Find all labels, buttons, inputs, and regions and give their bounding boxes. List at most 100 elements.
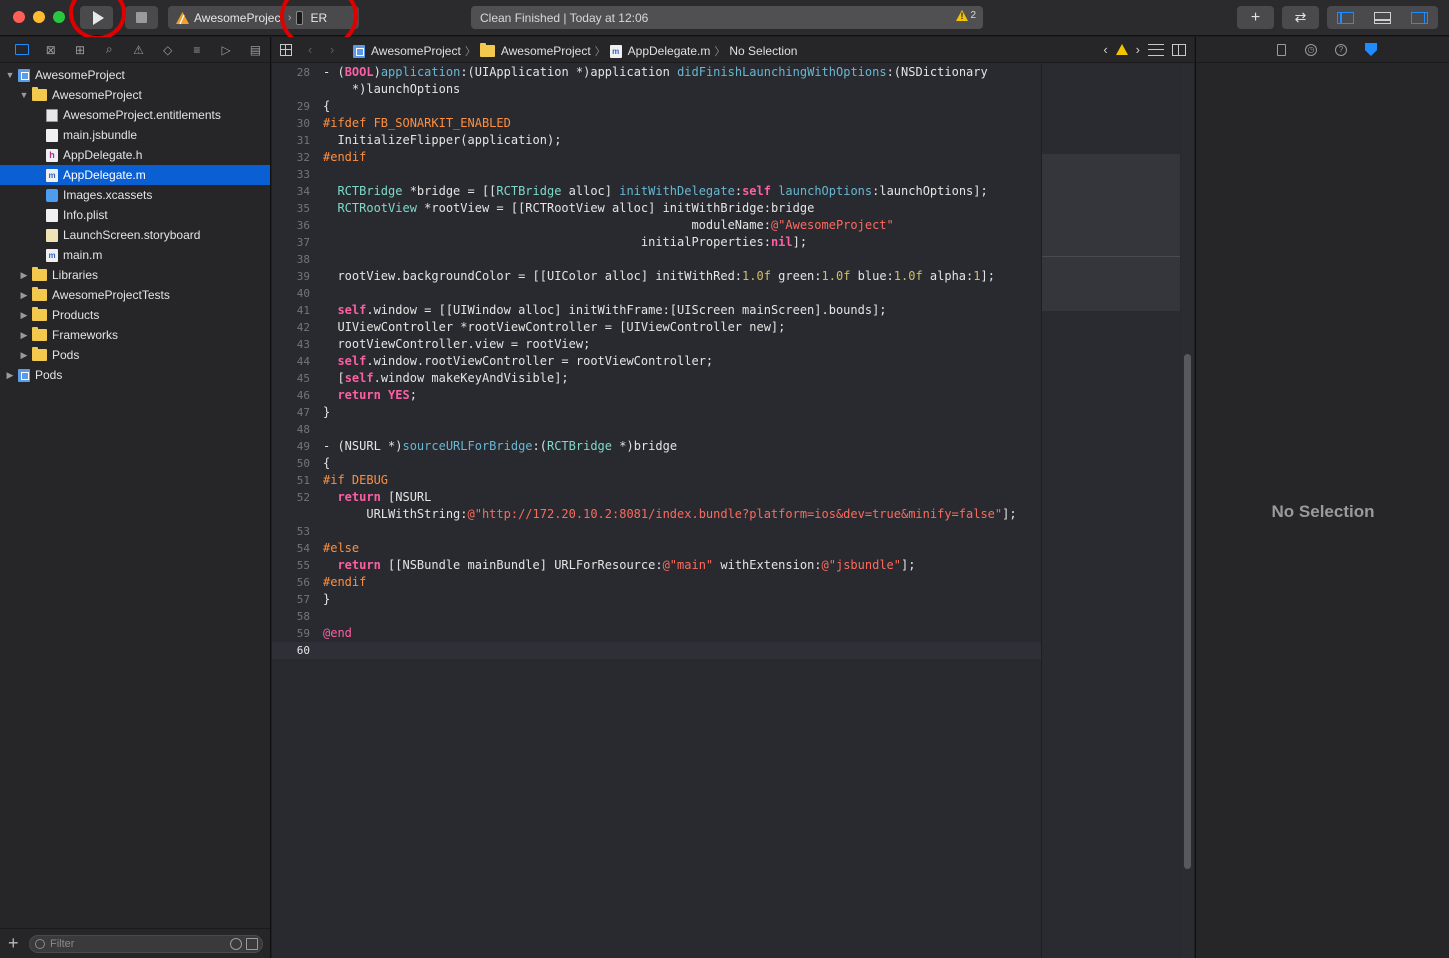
code-line[interactable]: 56 #endif	[272, 574, 1041, 591]
file-tree-item[interactable]: ▶ Pods	[0, 345, 270, 365]
attributes-inspector-tab[interactable]	[1361, 42, 1381, 58]
file-tree-item[interactable]: LaunchScreen.storyboard	[0, 225, 270, 245]
code-line[interactable]: 53	[272, 523, 1041, 540]
navigator-tab-breakpoint[interactable]: ▷	[212, 40, 241, 60]
code-line[interactable]: 33	[272, 166, 1041, 183]
file-tree-item[interactable]: ▶ Pods	[0, 365, 270, 385]
code-line[interactable]: 45 [self.window makeKeyAndVisible];	[272, 370, 1041, 387]
code-line[interactable]: 57}	[272, 591, 1041, 608]
warning-icon[interactable]	[1115, 44, 1128, 55]
vertical-scrollbar[interactable]	[1181, 64, 1194, 958]
code-line[interactable]: 42 UIViewController *rootViewController …	[272, 319, 1041, 336]
add-editor-icon[interactable]	[1172, 43, 1186, 56]
disclosure-closed-icon[interactable]: ▶	[18, 330, 30, 341]
breadcrumb-item[interactable]: m AppDelegate.m	[609, 44, 710, 58]
code-line[interactable]: 52 return [NSURL	[272, 489, 1041, 506]
navigator-tab-debug[interactable]: ≡	[182, 40, 211, 60]
stop-button[interactable]	[125, 6, 158, 29]
code-line[interactable]: 50 {	[272, 455, 1041, 472]
breadcrumb-item[interactable]: AwesomeProject	[479, 43, 591, 58]
file-inspector-tab[interactable]	[1271, 42, 1291, 58]
file-tree-item[interactable]: m AppDelegate.m	[0, 165, 270, 185]
code-line[interactable]: 39 rootView.backgroundColor = [[UIColor …	[272, 268, 1041, 285]
code-line[interactable]: 47}	[272, 404, 1041, 421]
code-line[interactable]: 49 - (NSURL *)sourceURLForBridge:(RCTBrid…	[272, 438, 1041, 455]
file-tree-item[interactable]: ▼ AwesomeProject	[0, 65, 270, 85]
breadcrumb-item[interactable]: AwesomeProject	[353, 44, 461, 58]
code-line[interactable]: 32 #endif	[272, 149, 1041, 166]
warning-badge[interactable]: 2	[956, 10, 976, 21]
code-view[interactable]: 28 - (BOOL)application:(UIApplication *)a…	[272, 64, 1041, 958]
code-line[interactable]: 29 {	[272, 98, 1041, 115]
disclosure-closed-icon[interactable]: ▶	[18, 310, 30, 321]
back-arrow-icon[interactable]: ‹	[308, 42, 312, 57]
navigator-tab-report[interactable]: ▤	[241, 40, 270, 60]
code-line[interactable]: URLWithString:@"http://172.20.10.2:8081/…	[272, 506, 1041, 523]
code-line[interactable]: 46 return YES;	[272, 387, 1041, 404]
disclosure-closed-icon[interactable]: ▶	[4, 370, 16, 381]
minimap[interactable]	[1041, 64, 1180, 958]
code-line[interactable]: 48	[272, 421, 1041, 438]
code-line[interactable]: 43 rootViewController.view = rootView;	[272, 336, 1041, 353]
file-tree-item[interactable]: ▶ AwesomeProjectTests	[0, 285, 270, 305]
help-inspector-tab[interactable]: ?	[1331, 42, 1351, 58]
code-line[interactable]: 41 self.window = [[UIWindow alloc] initW…	[272, 302, 1041, 319]
navigator-tab-folder[interactable]	[7, 40, 36, 60]
code-line[interactable]: 59 @end	[272, 625, 1041, 642]
related-items-icon[interactable]	[280, 44, 292, 56]
disclosure-closed-icon[interactable]: ▶	[18, 290, 30, 301]
code-line[interactable]: 40	[272, 285, 1041, 302]
code-line[interactable]: 54 #else	[272, 540, 1041, 557]
toggle-navigator-button[interactable]	[1327, 6, 1364, 29]
code-line[interactable]: 37 initialProperties:nil];	[272, 234, 1041, 251]
navigator-tab-source-control[interactable]: ⊠	[36, 40, 65, 60]
navigator-tab-test[interactable]: ◇	[153, 40, 182, 60]
file-tree-item[interactable]: AwesomeProject.entitlements	[0, 105, 270, 125]
editor-options-icon[interactable]	[1148, 43, 1164, 56]
code-line[interactable]: 34 RCTBridge *bridge = [[RCTBridge alloc…	[272, 183, 1041, 200]
minimize-window-button[interactable]	[33, 11, 45, 23]
file-tree-item[interactable]: ▶ Products	[0, 305, 270, 325]
navigator-tab-search[interactable]: ⌕	[95, 40, 124, 60]
close-window-button[interactable]	[13, 11, 25, 23]
code-line[interactable]: 36 moduleName:@"AwesomeProject"	[272, 217, 1041, 234]
file-tree-item[interactable]: ▼ AwesomeProject	[0, 85, 270, 105]
library-button[interactable]: +	[1237, 6, 1274, 29]
file-tree-item[interactable]: main.jsbundle	[0, 125, 270, 145]
code-line[interactable]: 44 self.window.rootViewController = root…	[272, 353, 1041, 370]
code-line[interactable]: 28 - (BOOL)application:(UIApplication *)a…	[272, 64, 1041, 81]
toggle-debug-area-button[interactable]	[1364, 6, 1401, 29]
file-tree-item[interactable]: ▶ Frameworks	[0, 325, 270, 345]
filter-input[interactable]	[50, 937, 210, 951]
file-tree-item[interactable]: h AppDelegate.h	[0, 145, 270, 165]
code-line[interactable]: 58	[272, 608, 1041, 625]
code-line[interactable]: 55 return [[NSBundle mainBundle] URLForR…	[272, 557, 1041, 574]
file-tree-item[interactable]: Info.plist	[0, 205, 270, 225]
file-tree-item[interactable]: ▶ Libraries	[0, 265, 270, 285]
forward-arrow-icon[interactable]: ›	[330, 42, 334, 57]
zoom-window-button[interactable]	[53, 11, 65, 23]
history-inspector-tab[interactable]: ◷	[1301, 42, 1321, 58]
navigator-tab-symbol[interactable]: ⊞	[65, 40, 94, 60]
file-tree-item[interactable]: Images.xcassets	[0, 185, 270, 205]
minimap-visible-region[interactable]	[1042, 154, 1180, 311]
disclosure-open-icon[interactable]: ▼	[4, 70, 16, 80]
source-control-filter-icon[interactable]	[246, 938, 258, 950]
disclosure-closed-icon[interactable]: ▶	[18, 350, 30, 361]
scrollbar-thumb[interactable]	[1184, 354, 1191, 869]
next-issue-icon[interactable]: ›	[1136, 42, 1140, 57]
code-line[interactable]: 38	[272, 251, 1041, 268]
add-file-button[interactable]: +	[8, 933, 19, 954]
code-review-button[interactable]: ⇄	[1282, 6, 1319, 29]
navigator-tab-issue[interactable]: ⚠	[124, 40, 153, 60]
code-line[interactable]: 51 #if DEBUG	[272, 472, 1041, 489]
disclosure-closed-icon[interactable]: ▶	[18, 270, 30, 281]
file-tree-item[interactable]: m main.m	[0, 245, 270, 265]
code-line[interactable]: 35 RCTRootView *rootView = [[RCTRootView…	[272, 200, 1041, 217]
disclosure-open-icon[interactable]: ▼	[18, 90, 30, 100]
recent-files-icon[interactable]	[230, 938, 242, 950]
code-line[interactable]: 60	[272, 642, 1041, 659]
code-line[interactable]: *)launchOptions	[272, 81, 1041, 98]
previous-issue-icon[interactable]: ‹	[1103, 42, 1107, 57]
code-line[interactable]: 30 #ifdef FB_SONARKIT_ENABLED	[272, 115, 1041, 132]
